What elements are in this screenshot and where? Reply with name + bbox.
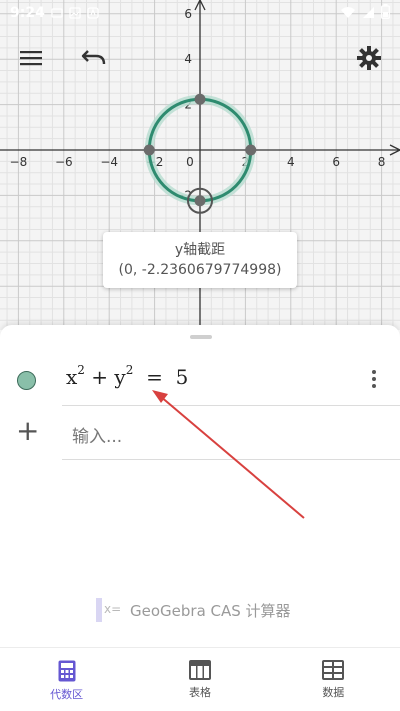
nav-algebra-label: 代数区 [50,688,84,701]
signal-icon [362,4,375,23]
x-tick-label: 6 [332,155,340,169]
cas-calculator-link[interactable]: x= GeoGebra CAS 计算器 [96,597,291,623]
settings-button[interactable] [351,40,387,76]
menu-button[interactable] [13,40,49,76]
table-icon [188,660,211,680]
x-tick-label: 0 [186,155,194,169]
wifi-icon [340,4,356,23]
intercept-point[interactable] [194,93,206,105]
status-time: 9:24 [10,5,45,21]
nav-table[interactable]: 表格 [133,648,266,711]
x-tick-label: 4 [287,155,295,169]
undo-icon [81,50,106,65]
visibility-toggle-dot[interactable] [17,371,36,390]
x-tick-label: 8 [378,155,386,169]
tooltip-title: y轴截距 [174,242,226,258]
algebra-input-row[interactable]: + 输入... [0,405,400,460]
drag-handle[interactable] [190,335,212,339]
hamburger-icon [20,51,42,66]
more-vert-icon [372,370,376,374]
intercept-point[interactable] [143,144,155,156]
undo-button[interactable] [76,40,112,76]
tooltip-value: (0, -2.2360679774998) [118,262,282,278]
calculator-icon [58,660,76,682]
graphics-view[interactable]: −8 −6 −4 −2 0 2 4 6 8 6 4 2 −2 y轴截距 (0, … [0,0,400,330]
algebra-panel: x2 + y2 = 5 + 输入... x= GeoGebra CAS 计算器 [0,325,400,647]
data-icon [322,660,345,680]
row-divider [62,459,400,460]
point-tooltip: y轴截距 (0, -2.2360679774998) [103,232,297,288]
formula-x-exponent: 2 [77,363,85,377]
nav-algebra[interactable]: 代数区 [0,648,133,711]
cas-label: GeoGebra CAS 计算器 [130,601,291,620]
battery-icon [381,3,390,23]
nav-data[interactable]: 数据 [267,648,400,711]
app-notification-icon [87,4,99,23]
formula-value: 5 [175,365,189,389]
intercept-point[interactable] [194,195,206,207]
nav-data-label: 数据 [322,686,345,699]
formula-x: x [66,365,78,389]
y-tick-label: 4 [184,52,192,66]
bottom-navigation: 代数区 表格 数据 [0,647,400,711]
status-bar: 9:24 [0,0,400,26]
formula-plus: + [91,365,109,389]
formula-equals: = [146,365,163,389]
notification-icon [51,4,63,23]
x-tick-label: −6 [55,155,73,169]
formula-y-exponent: 2 [125,363,134,377]
intercept-point[interactable] [245,144,257,156]
cas-icon: x= [96,598,122,622]
add-icon[interactable]: + [16,417,39,445]
nav-table-label: 表格 [188,686,211,699]
x-tick-label: −8 [10,155,28,169]
algebra-row-equation[interactable]: x2 + y2 = 5 [0,355,400,405]
gear-icon [357,46,381,70]
x-tick-label: −4 [100,155,118,169]
gallery-icon [69,4,81,23]
equation-formula[interactable]: x2 + y2 = 5 [66,363,189,389]
formula-y: y [114,365,126,389]
algebra-input[interactable]: 输入... [72,422,122,447]
row-more-menu[interactable] [362,367,386,393]
